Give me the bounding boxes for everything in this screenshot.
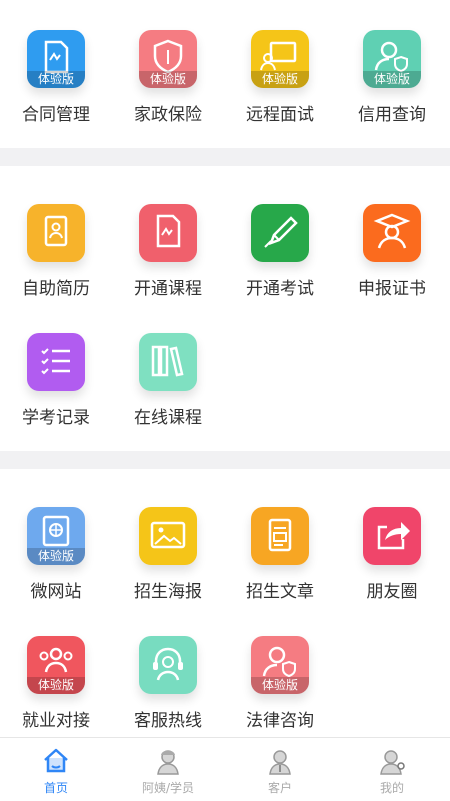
nanny-icon	[157, 750, 179, 775]
trial-badge: 体验版	[251, 71, 309, 88]
trial-badge: 体验版	[251, 677, 309, 694]
tab-label: 首页	[43, 781, 68, 795]
home-icon	[44, 748, 68, 773]
bottom-tab-bar: 首页 阿姨/学员 客户 我的	[0, 737, 450, 801]
trial-badge: 体验版	[139, 71, 197, 88]
grid-item-contract-management[interactable]: 体验版 合同管理	[0, 30, 110, 150]
grid-item-credit-inquiry[interactable]: 体验版 信用查询	[336, 30, 446, 150]
trial-badge: 体验版	[27, 677, 85, 694]
section-card-2: 自助简历 开通课程 开通考试 申报证书 学考记录 在线课程	[0, 166, 450, 451]
customer-icon	[269, 750, 291, 775]
grid-item-label: 就业对接	[22, 711, 90, 731]
tab-nanny-student[interactable]: 阿姨/学员	[112, 738, 224, 801]
credit-user-icon: 体验版	[363, 30, 421, 88]
shield-icon: 体验版	[139, 30, 197, 88]
pen-icon	[251, 204, 309, 262]
grid-item-home-insurance[interactable]: 体验版 家政保险	[112, 30, 222, 150]
grid-item-label: 合同管理	[22, 105, 90, 125]
tab-label: 客户	[267, 781, 292, 795]
grid-item-label: 客服热线	[134, 711, 202, 731]
contract-icon: 体验版	[27, 30, 85, 88]
team-icon: 体验版	[27, 636, 85, 694]
grid-item-study-record[interactable]: 学考记录	[0, 333, 110, 453]
grid-item-label: 招生海报	[134, 582, 202, 602]
grid-item-label: 在线课程	[134, 408, 202, 428]
grid-item-online-course[interactable]: 在线课程	[112, 333, 222, 453]
trial-badge: 体验版	[27, 71, 85, 88]
tab-label: 我的	[379, 781, 404, 795]
graduate-icon	[363, 204, 421, 262]
profile-icon	[380, 750, 405, 775]
grid-item-label: 信用查询	[358, 105, 426, 125]
books-icon	[139, 333, 197, 391]
resume-icon	[27, 204, 85, 262]
tab-home[interactable]: 首页	[0, 738, 112, 801]
grid-item-label: 微网站	[30, 582, 82, 602]
grid-item-label: 学考记录	[22, 408, 90, 428]
grid-item-label: 朋友圈	[366, 582, 418, 602]
trial-badge: 体验版	[363, 71, 421, 88]
legal-user-icon: 体验版	[251, 636, 309, 694]
grid-item-label: 申报证书	[358, 279, 426, 299]
trial-badge: 体验版	[27, 548, 85, 565]
image-icon	[139, 507, 197, 565]
grid-item-apply-certificate[interactable]: 申报证书	[336, 204, 446, 324]
checklist-icon	[27, 333, 85, 391]
grid-item-remote-interview[interactable]: 体验版 远程面试	[224, 30, 334, 150]
share-icon	[363, 507, 421, 565]
document-icon	[251, 507, 309, 565]
course-icon	[139, 204, 197, 262]
tab-label: 阿姨/学员	[141, 781, 195, 795]
section-card-3: 体验版 微网站 招生海报 招生文章 朋友圈 体验版 就业对接 客服热线 体验版 …	[0, 469, 450, 737]
grid-item-label: 开通考试	[246, 279, 314, 299]
grid-item-open-exam[interactable]: 开通考试	[224, 204, 334, 324]
globe-icon: 体验版	[27, 507, 85, 565]
grid-item-label: 远程面试	[246, 105, 314, 125]
video-interview-icon: 体验版	[251, 30, 309, 88]
tab-customer[interactable]: 客户	[224, 738, 336, 801]
headset-icon	[139, 636, 197, 694]
grid-item-label: 招生文章	[246, 582, 314, 602]
grid-item-open-course[interactable]: 开通课程	[112, 204, 222, 324]
grid-item-micro-site[interactable]: 体验版 微网站	[0, 507, 110, 627]
grid-item-moments[interactable]: 朋友圈	[336, 507, 446, 627]
grid-item-enrollment-article[interactable]: 招生文章	[224, 507, 334, 627]
grid-item-self-resume[interactable]: 自助简历	[0, 204, 110, 324]
grid-item-label: 自助简历	[22, 279, 90, 299]
section-card-1: 体验版 合同管理 体验版 家政保险 体验版 远程面试 体验版 信用查询	[0, 0, 450, 148]
grid-item-enrollment-poster[interactable]: 招生海报	[112, 507, 222, 627]
tab-profile[interactable]: 我的	[336, 738, 448, 801]
grid-item-label: 法律咨询	[246, 711, 314, 731]
grid-item-label: 家政保险	[134, 105, 202, 125]
grid-item-label: 开通课程	[134, 279, 202, 299]
